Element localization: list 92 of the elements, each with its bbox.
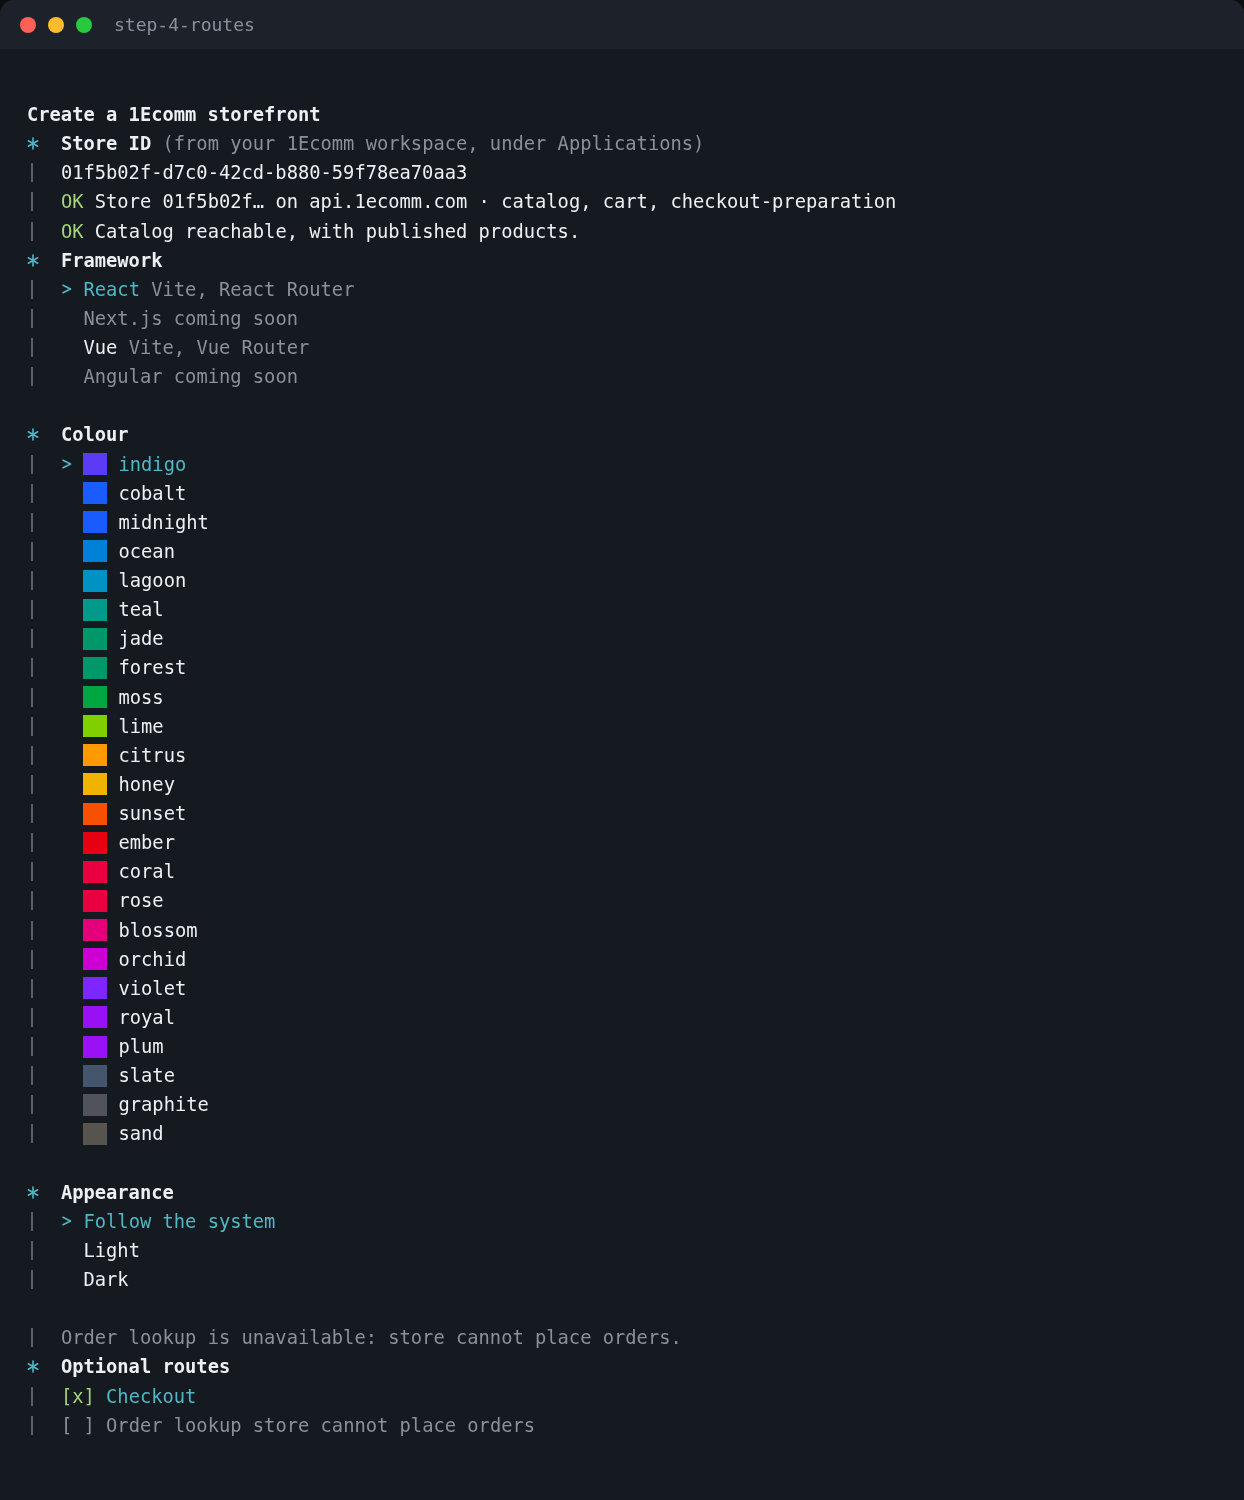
gutter-line	[31, 221, 33, 241]
route-checkbox[interactable]: [x] Checkout	[60, 1381, 197, 1411]
gutter-line	[31, 1386, 33, 1406]
colour-option[interactable]: rose	[118, 886, 164, 916]
gutter-line	[31, 1240, 33, 1260]
colour-option[interactable]: ember	[118, 828, 175, 858]
gutter-line	[31, 920, 33, 940]
gutter-line	[31, 833, 33, 853]
gutter-line	[31, 1066, 33, 1086]
status-text: OK	[60, 190, 84, 215]
colour-option[interactable]: cobalt	[118, 478, 187, 508]
colour-option[interactable]: midnight	[118, 507, 209, 537]
gutter-line	[31, 716, 33, 736]
gutter-line	[31, 192, 33, 212]
prompt-heading: Create a 1Ecomm storefront	[27, 103, 321, 127]
pointer-icon	[60, 283, 72, 296]
colour-option[interactable]: honey	[118, 769, 175, 799]
check-message: Store 01f5b02f… on api.1ecomm.com · catalog, cart, checkout-preparation	[94, 190, 897, 215]
colour-option[interactable]: graphite	[118, 1090, 209, 1120]
colour-option[interactable]: lime	[118, 711, 164, 741]
section-label: Optional routes	[60, 1355, 231, 1380]
option-item[interactable]: Vue Vite, Vue Router	[60, 333, 310, 363]
gutter-line	[31, 862, 33, 882]
input-value[interactable]: 01f5b02f-d7c0-42cd-b880-59f78ea70aa3	[60, 158, 468, 188]
gutter-line	[31, 541, 33, 561]
gutter-line	[31, 163, 33, 183]
gutter-line	[31, 949, 33, 969]
section-label: Appearance	[60, 1180, 174, 1205]
gutter-line	[31, 279, 33, 299]
gutter-line	[31, 367, 33, 387]
colour-option[interactable]: coral	[118, 857, 175, 887]
option-item[interactable]: Dark	[60, 1265, 129, 1295]
colour-option[interactable]: ocean	[118, 536, 175, 566]
option-item[interactable]: React Vite, React Router	[60, 274, 355, 304]
asterisk-icon	[27, 137, 39, 151]
gutter-line	[31, 1124, 33, 1144]
gutter-line	[31, 483, 33, 503]
colour-option[interactable]: slate	[118, 1061, 175, 1091]
gutter-line	[31, 600, 33, 620]
gutter-line	[31, 978, 33, 998]
colour-option[interactable]: jade	[118, 624, 164, 654]
gutter-line	[31, 1037, 33, 1057]
colour-option[interactable]: sand	[118, 1119, 164, 1149]
check-message: Catalog reachable, with published products.	[94, 219, 581, 244]
gutter-line	[31, 338, 33, 358]
gutter-line	[31, 1095, 33, 1115]
hint-text: (from your 1Ecomm workspace, under Applications)	[162, 132, 705, 157]
section-label: Colour	[60, 423, 129, 448]
asterisk-icon	[27, 428, 39, 442]
colour-option[interactable]: orchid	[118, 944, 187, 974]
asterisk-icon	[27, 1185, 39, 1199]
colour-option[interactable]: plum	[118, 1032, 164, 1062]
gutter-line	[31, 629, 33, 649]
status-text: OK	[60, 219, 84, 244]
section-label: Framework	[60, 248, 163, 273]
gutter-line	[31, 512, 33, 532]
pointer-icon	[60, 458, 72, 471]
colour-option[interactable]: forest	[118, 653, 187, 683]
gutter-line	[31, 308, 33, 328]
section-label: Store ID	[60, 132, 152, 157]
gutter-line	[31, 1270, 33, 1290]
gutter-line	[31, 571, 33, 591]
gutter-line	[31, 891, 33, 911]
close-button[interactable]	[20, 16, 36, 33]
gutter-line	[31, 658, 33, 678]
colour-option[interactable]: violet	[118, 973, 187, 1003]
gutter-line	[31, 1328, 33, 1348]
pointer-icon	[60, 1215, 72, 1228]
colour-option[interactable]: blossom	[118, 915, 198, 945]
gutter-line	[31, 454, 33, 474]
asterisk-icon	[27, 253, 39, 267]
window-title: step-4-routes	[114, 13, 255, 37]
colour-option[interactable]: indigo	[118, 449, 187, 479]
gutter-line	[31, 1007, 33, 1027]
colour-option[interactable]: lagoon	[118, 566, 187, 596]
colour-option[interactable]: sunset	[118, 799, 187, 829]
maximize-button[interactable]	[76, 16, 92, 33]
option-item[interactable]: Light	[60, 1235, 140, 1265]
gutter-line	[31, 1415, 33, 1435]
gutter-line	[31, 745, 33, 765]
colour-option[interactable]: royal	[118, 1002, 175, 1032]
gutter-line	[31, 804, 33, 824]
gutter-line	[31, 687, 33, 707]
gutter-line	[31, 1211, 33, 1231]
colour-option[interactable]: citrus	[118, 740, 187, 770]
notice-text: Order lookup is unavailable: store cannot place orders.	[60, 1326, 682, 1351]
colour-option[interactable]: moss	[118, 682, 164, 712]
minimize-button[interactable]	[48, 16, 64, 33]
colour-option[interactable]: teal	[118, 595, 164, 625]
gutter-line	[31, 774, 33, 794]
asterisk-icon	[27, 1360, 39, 1374]
option-item[interactable]: Follow the system	[60, 1206, 276, 1236]
